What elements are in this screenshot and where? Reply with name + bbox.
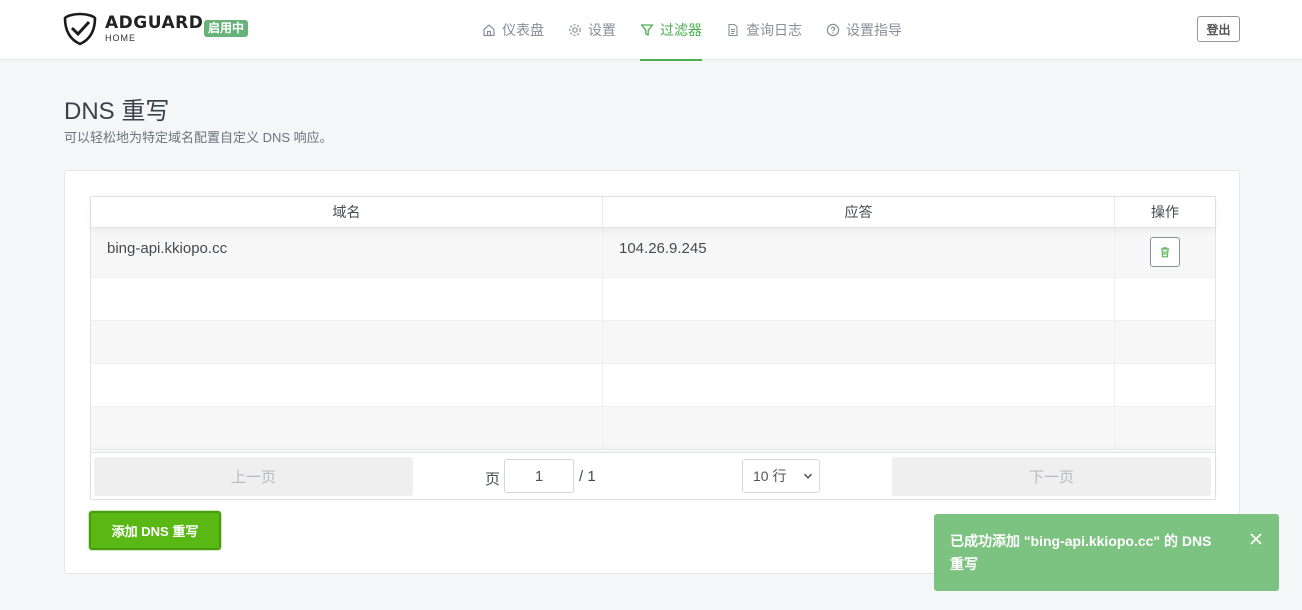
add-dns-rewrite-button[interactable]: 添加 DNS 重写 — [89, 511, 221, 550]
rewrites-table: 域名 应答 操作 bing-api.kkiopo.cc 104.26.9.245 — [90, 196, 1216, 500]
column-header-domain[interactable]: 域名 — [91, 197, 603, 227]
toast-message: 已成功添加 "bing-api.kkiopo.cc" 的 DNS 重写 — [950, 533, 1212, 572]
column-header-answer[interactable]: 应答 — [603, 197, 1115, 227]
nav-query-log-label: 查询日志 — [746, 22, 802, 38]
filter-icon — [640, 24, 654, 36]
nav-setup-guide[interactable]: 设置指导 — [826, 0, 902, 60]
close-icon[interactable] — [1249, 532, 1263, 546]
main-nav: 仪表盘 设置 过滤器 查询日志 设置指导 — [482, 0, 926, 61]
previous-page-button[interactable]: 上一页 — [94, 457, 413, 496]
nav-dashboard[interactable]: 仪表盘 — [482, 0, 544, 60]
page-label: 页 — [485, 471, 501, 488]
trash-icon — [1161, 247, 1169, 258]
table-header: 域名 应答 操作 — [91, 197, 1215, 228]
page-size-value: 10 行 — [753, 468, 787, 484]
brand-name: ADGUARD — [105, 13, 204, 33]
adguard-logo[interactable]: ADGUARD HOME — [63, 12, 203, 46]
column-header-actions: 操作 — [1151, 204, 1179, 220]
page-total: / 1 — [579, 468, 596, 485]
actions-cell — [1115, 228, 1215, 277]
brand-sub: HOME — [105, 33, 136, 43]
page-title: DNS 重写 — [64, 98, 170, 125]
empty-row — [91, 364, 1215, 407]
top-header: ADGUARD HOME 启用中 仪表盘 设置 过滤器 查询日志 设置指导 登出 — [0, 0, 1302, 61]
nav-setup-guide-label: 设置指导 — [846, 22, 902, 38]
delete-rewrite-button[interactable] — [1150, 237, 1180, 267]
nav-query-log[interactable]: 查询日志 — [726, 0, 802, 60]
empty-row — [91, 278, 1215, 321]
document-icon — [728, 23, 738, 37]
status-badge: 启用中 — [204, 20, 249, 37]
answer-cell: 104.26.9.245 — [603, 228, 1115, 277]
nav-settings[interactable]: 设置 — [568, 0, 616, 60]
help-icon — [826, 23, 840, 37]
pagination: 上一页 页 / 1 10 行 下一页 — [91, 452, 1215, 499]
table-row: bing-api.kkiopo.cc 104.26.9.245 — [91, 228, 1215, 278]
nav-dashboard-label: 仪表盘 — [502, 22, 544, 38]
next-page-button[interactable]: 下一页 — [892, 457, 1211, 496]
nav-filters[interactable]: 过滤器 — [640, 0, 702, 61]
success-toast: 已成功添加 "bing-api.kkiopo.cc" 的 DNS 重写 — [934, 514, 1279, 591]
page-size-select[interactable]: 10 行 — [742, 459, 820, 493]
empty-row — [91, 321, 1215, 364]
chevron-down-icon — [803, 473, 813, 479]
shield-check-icon — [63, 12, 97, 46]
domain-cell: bing-api.kkiopo.cc — [91, 228, 603, 277]
empty-row — [91, 407, 1215, 450]
page-number-input[interactable] — [504, 459, 574, 493]
gear-icon — [569, 24, 581, 36]
page-subtitle: 可以轻松地为特定域名配置自定义 DNS 响应。 — [64, 130, 333, 145]
nav-settings-label: 设置 — [588, 22, 616, 38]
home-icon — [483, 24, 495, 37]
nav-filters-label: 过滤器 — [660, 22, 702, 38]
logout-button[interactable]: 登出 — [1197, 16, 1240, 42]
